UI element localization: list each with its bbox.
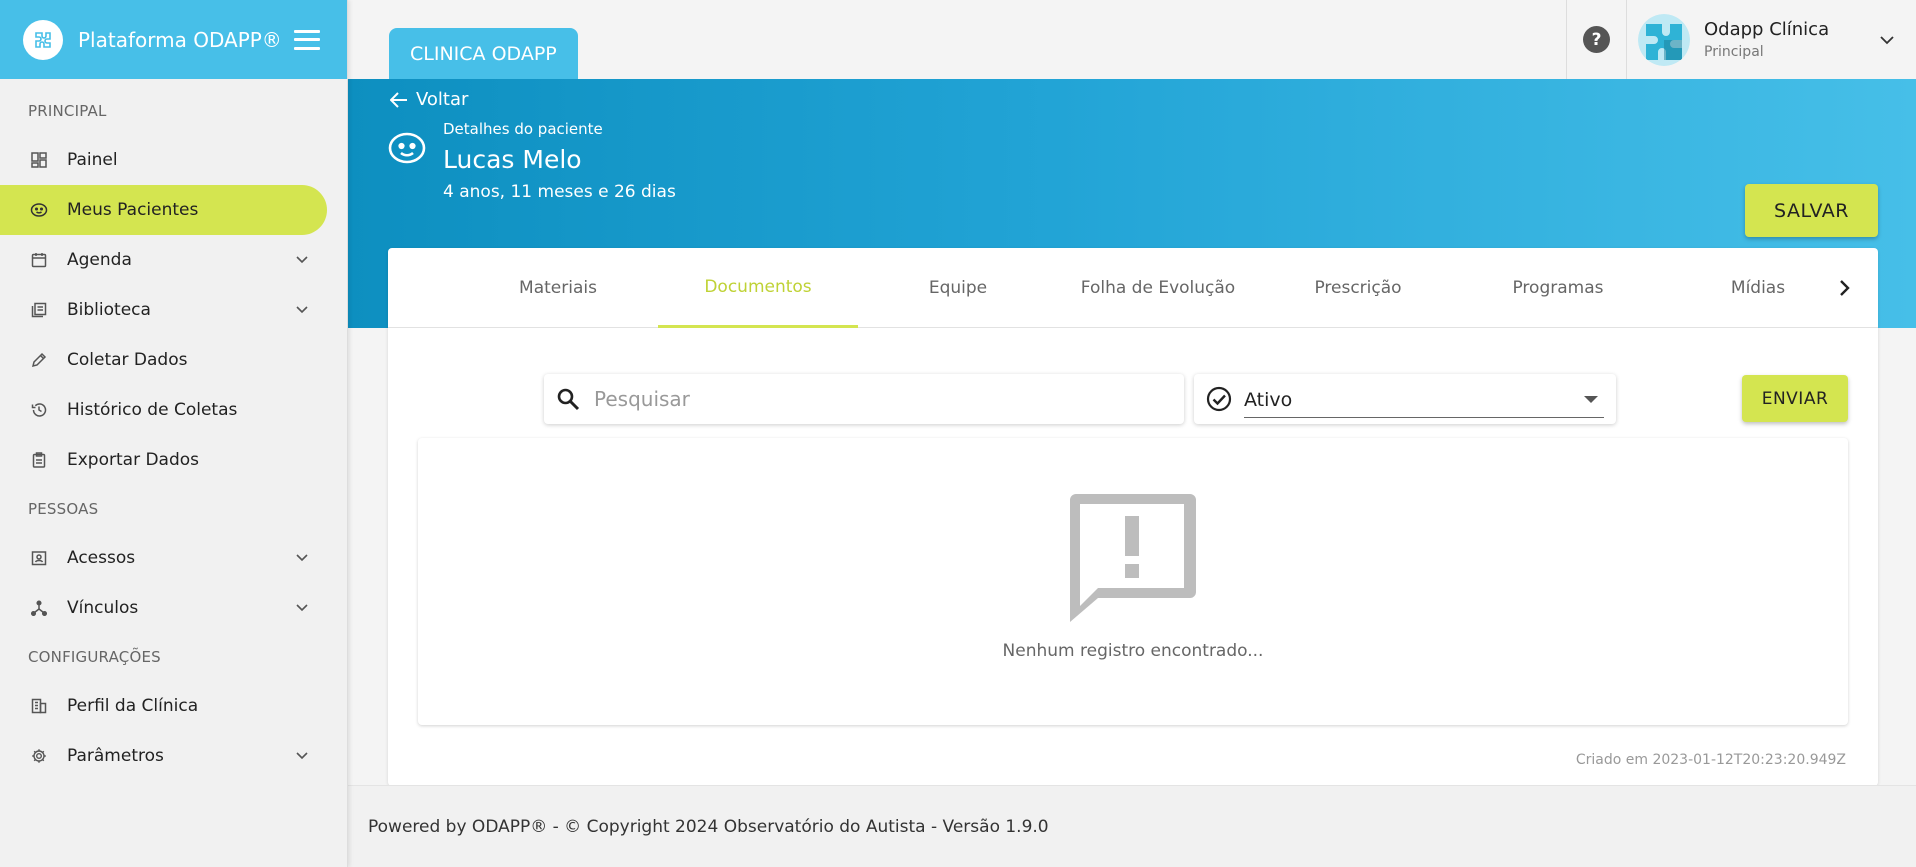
tab-programas[interactable]: Programas [1458, 248, 1658, 328]
patient-name: Lucas Melo [443, 145, 582, 174]
dropdown-caret-icon [1584, 396, 1598, 403]
sidebar-item-label: Perfil da Clínica [67, 696, 199, 716]
sidebar-item-biblioteca[interactable]: Biblioteca [0, 285, 327, 335]
chevron-down-icon[interactable] [1880, 30, 1900, 49]
sidebar-item-vinculos[interactable]: Vínculos [0, 583, 327, 633]
tab-documentos[interactable]: Documentos [658, 248, 858, 328]
building-icon [30, 697, 48, 715]
arrow-left-icon [390, 91, 407, 108]
library-icon [30, 301, 48, 319]
sidebar-item-agenda[interactable]: Agenda [0, 235, 327, 285]
chevron-down-icon[interactable] [293, 549, 311, 567]
section-label-configuracoes: CONFIGURAÇÕES [28, 648, 161, 666]
sidebar-item-label: Painel [67, 150, 118, 170]
sidebar-item-label: Acessos [67, 548, 136, 568]
sidebar-item-label: Agenda [67, 250, 132, 270]
clinic-tab[interactable]: CLINICA ODAPP [389, 28, 578, 79]
brand-title: Plataforma ODAPP® [78, 27, 282, 52]
sidebar-item-painel[interactable]: Painel [0, 135, 327, 185]
calendar-icon [30, 251, 48, 269]
patient-age: 4 anos, 11 meses e 26 dias [443, 182, 676, 202]
patient-face-icon [30, 201, 48, 219]
avatar [1638, 13, 1690, 66]
save-button[interactable]: SALVAR [1745, 184, 1878, 237]
status-value: Ativo [1244, 388, 1293, 411]
user-menu[interactable]: Odapp Clínica Principal [1638, 0, 1916, 79]
feedback-alert-icon [1070, 494, 1196, 622]
sidebar-item-label: Meus Pacientes [67, 200, 199, 220]
sidebar-item-historico-de-coletas[interactable]: Histórico de Coletas [0, 385, 327, 435]
sidebar-item-parametros[interactable]: Parâmetros [0, 731, 327, 781]
sidebar-item-label: Histórico de Coletas [67, 400, 238, 420]
history-icon [30, 401, 48, 419]
status-select[interactable]: Ativo [1244, 382, 1604, 418]
empty-state-panel: Nenhum registro encontrado... [418, 438, 1848, 725]
sidebar-item-acessos[interactable]: Acessos [0, 533, 327, 583]
created-at-timestamp: Criado em 2023-01-12T20:23:20.949Z [1575, 752, 1846, 768]
pencil-icon [30, 351, 48, 369]
sidebar-item-label: Biblioteca [67, 300, 151, 320]
chevron-down-icon[interactable] [293, 599, 311, 617]
search-field [544, 374, 1184, 424]
patient-tabs: Materiais Documentos Equipe Folha de Evo… [388, 248, 1878, 328]
brand-bar: Plataforma ODAPP® [0, 0, 347, 79]
tab-equipe[interactable]: Equipe [858, 248, 1058, 328]
hamburger-menu-icon[interactable] [294, 29, 320, 50]
puzzle-logo-icon [23, 19, 63, 60]
back-link[interactable]: Voltar [390, 89, 468, 110]
back-label: Voltar [416, 89, 469, 110]
contact-card-icon [30, 549, 48, 567]
sidebar-item-label: Coletar Dados [67, 350, 188, 370]
sidebar-item-label: Parâmetros [67, 746, 164, 766]
empty-state-message: Nenhum registro encontrado... [1002, 641, 1264, 661]
clipboard-icon [30, 451, 48, 469]
help-icon: ? [1583, 26, 1610, 53]
tab-folha-de-evolucao[interactable]: Folha de Evolução [1058, 248, 1258, 328]
chevron-down-icon[interactable] [293, 747, 311, 765]
sidebar-item-label: Exportar Dados [67, 450, 200, 470]
sidebar-item-exportar-dados[interactable]: Exportar Dados [0, 435, 327, 485]
sidebar-item-coletar-dados[interactable]: Coletar Dados [0, 335, 327, 385]
chevron-down-icon[interactable] [293, 251, 311, 269]
section-label-pessoas: PESSOAS [28, 500, 99, 518]
search-input[interactable] [594, 387, 1154, 411]
patient-details-caption: Detalhes do paciente [443, 120, 603, 138]
user-name: Odapp Clínica [1704, 19, 1830, 40]
tab-prescricao[interactable]: Prescrição [1258, 248, 1458, 328]
footer: Powered by ODAPP® - © Copyright 2024 Obs… [348, 785, 1916, 867]
network-icon [30, 599, 48, 617]
gear-icon [30, 747, 48, 765]
tab-midias[interactable]: Mídias [1658, 248, 1858, 328]
tab-materiais[interactable]: Materiais [458, 248, 658, 328]
search-icon [557, 388, 580, 411]
sidebar-item-label: Vínculos [67, 598, 139, 618]
dashboard-icon [30, 151, 48, 169]
top-bar: CLINICA ODAPP ? Odapp Clínica Principal [348, 0, 1916, 79]
sidebar-item-perfil-da-clinica[interactable]: Perfil da Clínica [0, 681, 327, 731]
sidebar: Plataforma ODAPP® PRINCIPAL Painel Meus … [0, 0, 348, 867]
patient-face-icon [388, 129, 426, 167]
user-role: Principal [1704, 44, 1764, 60]
chevron-down-icon[interactable] [293, 301, 311, 319]
section-label-principal: PRINCIPAL [28, 102, 107, 120]
check-circle-icon [1206, 386, 1232, 412]
sidebar-item-meus-pacientes[interactable]: Meus Pacientes [0, 185, 327, 235]
chevron-right-icon[interactable] [1832, 276, 1856, 300]
help-button[interactable]: ? [1566, 0, 1627, 79]
send-button[interactable]: ENVIAR [1742, 375, 1848, 422]
documents-card: Materiais Documentos Equipe Folha de Evo… [388, 248, 1878, 786]
status-filter: Ativo [1194, 374, 1616, 424]
